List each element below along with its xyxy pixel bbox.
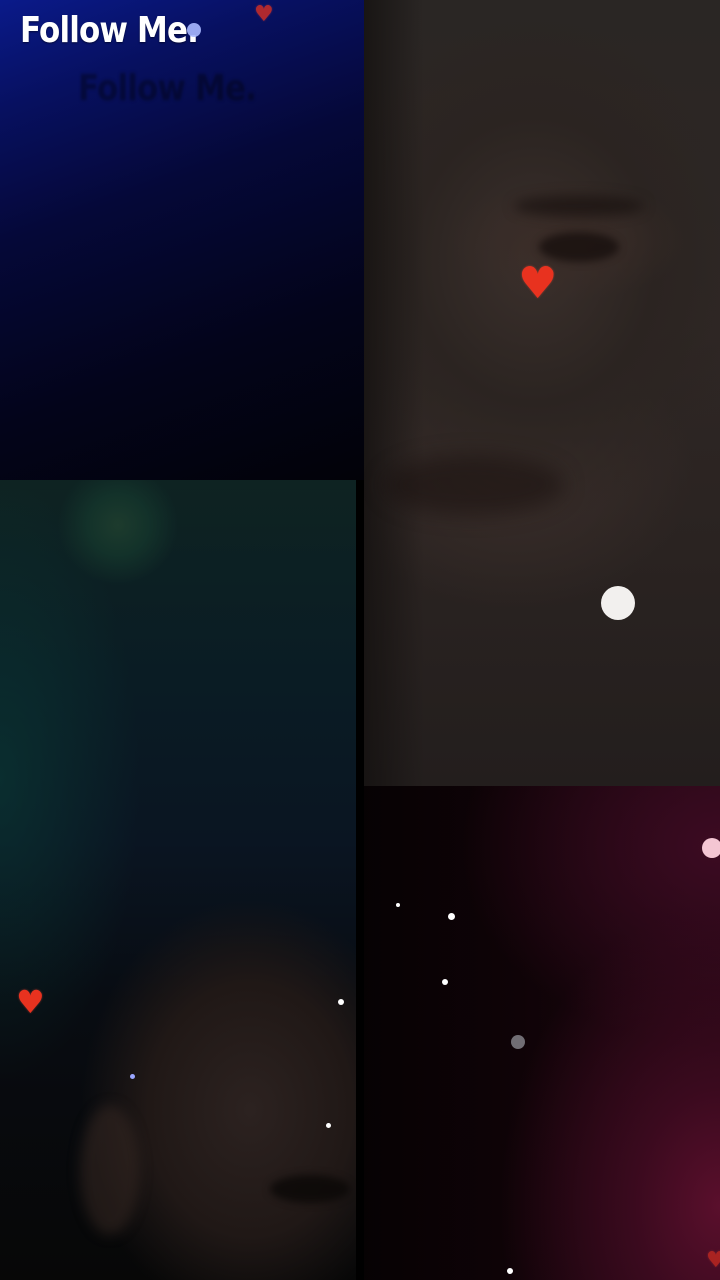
sparkle-dot: [130, 1074, 135, 1079]
sparkle-dot: [507, 1268, 513, 1274]
face-photo-panel-top: [364, 0, 720, 786]
heart-icon: ♥: [518, 258, 558, 309]
sparkle-dot: [187, 23, 201, 37]
sparkle-dot: [338, 999, 344, 1005]
follow-me-title: Follow Me.: [20, 10, 199, 51]
heart-icon: ♥: [254, 2, 274, 27]
magenta-glow-panel: [356, 786, 720, 1280]
face-lips: [384, 455, 564, 515]
sparkle-dot: [511, 1035, 525, 1049]
face-ear: [80, 1105, 140, 1235]
heart-icon: ♥: [16, 983, 45, 1021]
face-eye-lower: [270, 1175, 350, 1203]
sparkle-dot: [442, 979, 448, 985]
heart-icon: ♥: [706, 1248, 720, 1273]
sparkle-dot: [702, 838, 720, 858]
photo-shadow: [364, 0, 424, 786]
sparkle-dot: [448, 913, 455, 920]
ghost-title-text: Follow Me.: [78, 68, 257, 109]
panel-divider: [356, 480, 364, 1280]
sparkle-dot: [326, 1123, 331, 1128]
face-brow: [514, 195, 644, 217]
sparkle-dot: [601, 586, 635, 620]
face-photo-panel-bottom: [0, 480, 356, 1280]
video-frame: Follow Me. Follow Me. ♥ ♥ ♥ ♥: [0, 0, 720, 1280]
sparkle-dot: [396, 903, 400, 907]
